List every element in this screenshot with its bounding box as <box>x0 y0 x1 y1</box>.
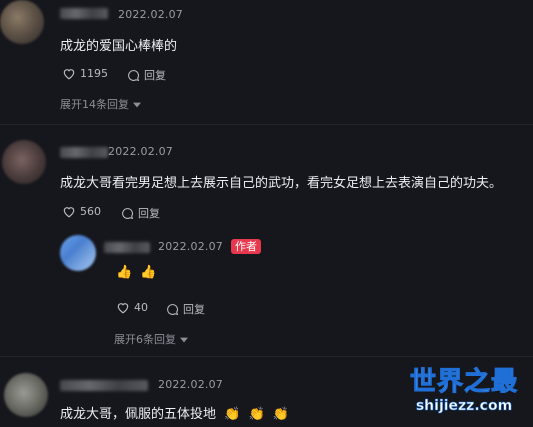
comment-text: 成龙大哥看完男足想上去展示自己的武功，看完女足想上去表演自己的功夫。 <box>60 176 503 191</box>
comment-bubble-icon <box>166 303 179 316</box>
avatar[interactable] <box>60 235 96 271</box>
reply-button[interactable]: 回复 <box>166 301 205 317</box>
heart-icon <box>62 67 76 80</box>
expand-replies-button[interactable]: 展开14条回复 <box>60 96 141 112</box>
username-blurred[interactable] <box>60 8 108 19</box>
avatar[interactable] <box>2 140 46 184</box>
like-count: 1195 <box>80 67 108 80</box>
comment-date: 2022.02.07 <box>158 240 223 253</box>
like-count: 40 <box>134 301 148 314</box>
reply-button[interactable]: 回复 <box>121 205 160 221</box>
reply-label: 回复 <box>183 303 205 316</box>
heart-icon <box>62 205 76 218</box>
comment-date: 2022.02.07 <box>158 378 223 391</box>
clapping-hands-icon: 👏 <box>248 407 265 422</box>
chevron-down-icon <box>180 333 188 346</box>
watermark-subtitle: shijiezz.com <box>415 398 513 415</box>
like-count: 560 <box>80 205 101 218</box>
comment-text: 成龙的爱国心棒棒的 <box>60 39 178 54</box>
reply-button[interactable]: 回复 <box>127 67 166 83</box>
like-button[interactable]: 1195 <box>62 67 108 80</box>
like-button[interactable]: 560 <box>62 205 101 218</box>
expand-label: 展开14条回复 <box>60 98 129 111</box>
comment-text-row: 成龙大哥，佩服的五体投地 👏 👏 👏 <box>60 403 293 422</box>
heart-icon <box>116 301 130 314</box>
comment-bubble-icon <box>127 69 140 82</box>
avatar[interactable] <box>0 0 44 44</box>
comment-bubble-icon <box>121 207 134 220</box>
comment-date: 2022.02.07 <box>118 8 183 21</box>
username-blurred[interactable] <box>60 147 108 158</box>
expand-replies-button[interactable]: 展开6条回复 <box>114 331 188 347</box>
avatar[interactable] <box>4 373 48 417</box>
comment-date: 2022.02.07 <box>108 145 173 158</box>
thumbs-up-icon: 👍 <box>116 265 133 280</box>
username-blurred[interactable] <box>60 380 148 391</box>
clapping-hands-icon: 👏 <box>224 407 241 422</box>
watermark-logo: 世界之最 shijiezz.com <box>399 367 529 423</box>
comment-text: 成龙大哥，佩服的五体投地 <box>60 407 217 422</box>
divider <box>0 124 533 125</box>
author-badge: 作者 <box>231 239 261 254</box>
watermark-title: 世界之最 <box>409 367 518 398</box>
chevron-down-icon <box>133 98 141 111</box>
thumbs-up-icon: 👍 <box>140 265 157 280</box>
reply-label: 回复 <box>144 69 166 82</box>
like-button[interactable]: 40 <box>116 301 148 314</box>
clapping-hands-icon: 👏 <box>272 407 289 422</box>
username-blurred[interactable] <box>104 242 150 253</box>
divider <box>0 356 533 357</box>
reply-label: 回复 <box>138 207 160 220</box>
expand-label: 展开6条回复 <box>114 333 176 346</box>
reply-emojis: 👍 👍 <box>116 265 161 280</box>
